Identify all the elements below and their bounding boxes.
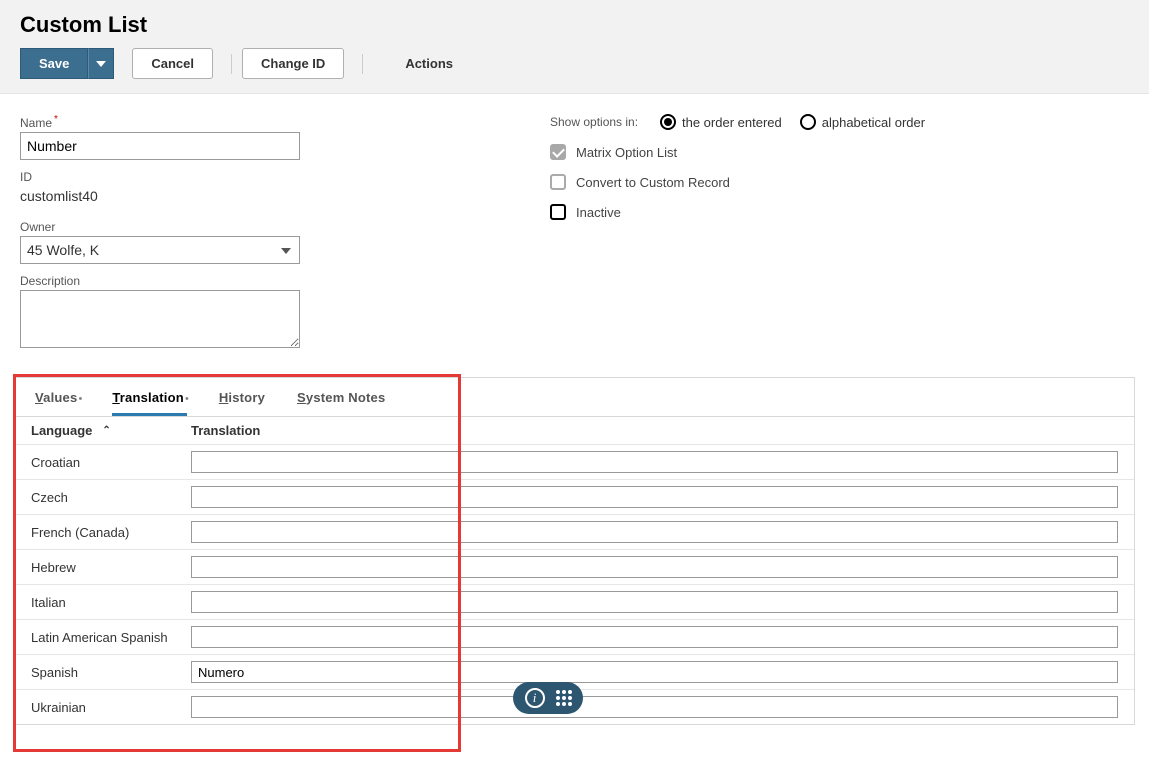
translation-cell: [191, 556, 1118, 578]
caret-down-icon: [96, 61, 106, 67]
show-options-row: Show options in: the order entered alpha…: [550, 114, 1129, 130]
translation-input[interactable]: [191, 556, 1118, 578]
translation-input[interactable]: [191, 591, 1118, 613]
convert-label: Convert to Custom Record: [576, 175, 730, 190]
translation-grid: Language ⌃ Translation Croatian Czech Fren…: [15, 416, 1134, 724]
description-label: Description: [20, 274, 520, 288]
subtab-bar: Values Translation History System Notes: [15, 378, 1134, 416]
radio-alphabetical-label: alphabetical order: [822, 115, 925, 130]
page-title: Custom List: [20, 12, 1129, 38]
translation-cell: [191, 521, 1118, 543]
translation-input[interactable]: [191, 451, 1118, 473]
language-cell: Hebrew: [31, 560, 191, 575]
form-body: Name ID customlist40 Owner 45 Wolfe, K D…: [0, 94, 1149, 377]
language-cell: Croatian: [31, 455, 191, 470]
save-button-group: Save: [20, 48, 114, 79]
language-cell: Czech: [31, 490, 191, 505]
help-widget[interactable]: i: [513, 682, 583, 714]
language-cell: Ukrainian: [31, 700, 191, 715]
actions-menu[interactable]: Actions: [405, 56, 453, 71]
translation-input[interactable]: [191, 661, 1118, 683]
translation-cell: [191, 661, 1118, 683]
translation-input[interactable]: [191, 486, 1118, 508]
convert-checkbox[interactable]: [550, 174, 566, 190]
table-row: Italian: [15, 584, 1134, 619]
id-value: customlist40: [20, 186, 520, 210]
owner-value: 45 Wolfe, K: [27, 242, 99, 258]
info-icon: i: [525, 688, 545, 708]
tab-history[interactable]: History: [219, 390, 265, 416]
language-cell: Italian: [31, 595, 191, 610]
language-cell: French (Canada): [31, 525, 191, 540]
table-row: French (Canada): [15, 514, 1134, 549]
grid-body: Croatian Czech French (Canada) Hebrew Italia…: [15, 444, 1134, 724]
translation-cell: [191, 486, 1118, 508]
grid-dots-icon: [556, 690, 572, 706]
language-cell: Spanish: [31, 665, 191, 680]
translation-input[interactable]: [191, 626, 1118, 648]
separator: [362, 54, 363, 74]
toolbar: Save Cancel Change ID Actions: [20, 48, 1129, 79]
radio-order-entered-label: the order entered: [682, 115, 782, 130]
table-row: Croatian: [15, 444, 1134, 479]
inactive-label: Inactive: [576, 205, 621, 220]
col-language-header[interactable]: Language ⌃: [31, 423, 191, 438]
convert-row: Convert to Custom Record: [550, 174, 1129, 190]
col-translation-header[interactable]: Translation: [191, 423, 1118, 438]
matrix-label: Matrix Option List: [576, 145, 677, 160]
table-row: Hebrew: [15, 549, 1134, 584]
grid-header: Language ⌃ Translation: [15, 417, 1134, 444]
tab-values[interactable]: Values: [35, 390, 80, 416]
translation-cell: [191, 626, 1118, 648]
subtabs-section: Values Translation History System Notes …: [14, 377, 1135, 725]
translation-cell: [191, 451, 1118, 473]
language-cell: Latin American Spanish: [31, 630, 191, 645]
owner-select[interactable]: 45 Wolfe, K: [20, 236, 300, 264]
cancel-button[interactable]: Cancel: [132, 48, 213, 79]
tab-translation[interactable]: Translation: [112, 390, 186, 416]
save-dropdown-button[interactable]: [88, 48, 114, 79]
right-column: Show options in: the order entered alpha…: [520, 114, 1129, 361]
translation-cell: [191, 591, 1118, 613]
translation-cell: [191, 696, 1118, 718]
sort-asc-icon: ⌃: [102, 425, 110, 436]
inactive-row: Inactive: [550, 204, 1129, 220]
tab-system-notes[interactable]: System Notes: [297, 390, 385, 416]
save-button[interactable]: Save: [20, 48, 88, 79]
owner-label: Owner: [20, 220, 520, 234]
radio-order-entered[interactable]: [660, 114, 676, 130]
id-label: ID: [20, 170, 520, 184]
show-options-label: Show options in:: [550, 115, 660, 129]
inactive-checkbox[interactable]: [550, 204, 566, 220]
matrix-option-row: Matrix Option List: [550, 144, 1129, 160]
description-textarea[interactable]: [20, 290, 300, 348]
name-label: Name: [20, 114, 520, 130]
table-row: Latin American Spanish: [15, 619, 1134, 654]
translation-input[interactable]: [191, 521, 1118, 543]
page-header: Custom List Save Cancel Change ID Action…: [0, 0, 1149, 94]
left-column: Name ID customlist40 Owner 45 Wolfe, K D…: [20, 114, 520, 361]
table-row: Czech: [15, 479, 1134, 514]
radio-alphabetical[interactable]: [800, 114, 816, 130]
change-id-button[interactable]: Change ID: [242, 48, 344, 79]
translation-input[interactable]: [191, 696, 1118, 718]
separator: [231, 54, 232, 74]
matrix-checkbox[interactable]: [550, 144, 566, 160]
name-input[interactable]: [20, 132, 300, 160]
